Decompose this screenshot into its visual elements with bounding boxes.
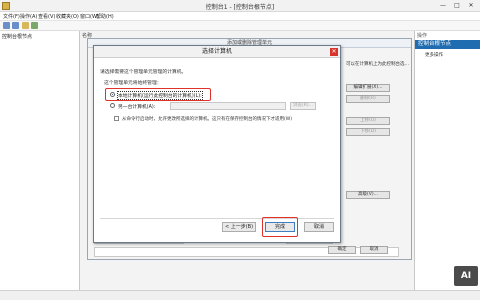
- browse-button[interactable]: 浏览(R)...: [290, 102, 316, 110]
- allow-change-label[interactable]: 从命令行启动时，允许更改所选择的计算机。这只有在保存控制台的情况下才适用(W): [122, 116, 292, 122]
- menubar: 文件(F) 操作(A) 查看(V) 收藏夹(O) 窗口(W) 帮助(H): [0, 12, 480, 21]
- watermark-logo: AI: [454, 266, 478, 286]
- close-window-button[interactable]: ✕: [464, 1, 478, 10]
- move-down-button[interactable]: 下移(D): [346, 128, 390, 136]
- more-actions-link[interactable]: 更多操作: [425, 52, 443, 58]
- actions-selected-item[interactable]: 控制台根节点: [415, 40, 480, 49]
- properties-icon[interactable]: [31, 22, 38, 29]
- menu-favorites[interactable]: 收藏夹(O): [56, 13, 79, 20]
- close-icon[interactable]: ✕: [330, 48, 338, 56]
- statusbar: [0, 290, 480, 300]
- snapin-ok-button[interactable]: 确定: [328, 246, 356, 254]
- other-computer-radio[interactable]: [110, 103, 115, 108]
- highlight-local-option: [105, 88, 211, 101]
- other-computer-label[interactable]: 另一台计算机(A):: [118, 103, 155, 110]
- toolbar: [0, 21, 480, 31]
- window-titlebar: 控制台1 - [控制台根节点] — □ ✕: [0, 0, 480, 12]
- tree-root-item[interactable]: 控制台根节点: [2, 33, 32, 40]
- select-computer-title: 选择计算机: [94, 46, 340, 58]
- back-button[interactable]: < 上一步(B): [222, 222, 256, 232]
- snapin-description: 可以在计算机上为此控制台选择可用的管理单元并配置所选的一组扩展。对于可扩展的管理…: [346, 62, 410, 67]
- computer-name-input[interactable]: [170, 102, 286, 110]
- back-arrow-icon[interactable]: [3, 22, 10, 29]
- tree-pane: 控制台根节点: [0, 31, 80, 290]
- forward-arrow-icon[interactable]: [12, 22, 19, 29]
- select-computer-dialog: 选择计算机 ✕ 请选择需要这个管理单元管理的计算机。 这个管理单元将始终管理： …: [93, 45, 341, 243]
- select-computer-intro: 请选择需要这个管理单元管理的计算机。: [100, 70, 187, 75]
- button-separator: [100, 218, 334, 219]
- menu-help[interactable]: 帮助(H): [96, 13, 114, 20]
- cancel-button[interactable]: 取消: [304, 222, 334, 232]
- menu-action[interactable]: 操作(A): [20, 13, 37, 20]
- actions-header: 操作: [417, 33, 428, 39]
- minimize-button[interactable]: —: [436, 1, 450, 10]
- actions-pane: 操作 控制台根节点 更多操作: [415, 31, 480, 290]
- menu-file[interactable]: 文件(F): [3, 13, 20, 20]
- snapin-cancel-button[interactable]: 取消: [360, 246, 388, 254]
- window-title: 控制台1 - [控制台根节点]: [205, 4, 275, 11]
- folder-icon[interactable]: [22, 22, 29, 29]
- manage-target-label: 这个管理单元将始终管理：: [104, 81, 162, 86]
- highlight-finish-button: [262, 217, 298, 237]
- remove-button[interactable]: 删除(R): [346, 95, 390, 103]
- advanced-button[interactable]: 高级(V)...: [346, 191, 390, 199]
- maximize-button[interactable]: □: [450, 1, 464, 10]
- move-up-button[interactable]: 上移(U): [346, 117, 390, 125]
- menu-view[interactable]: 查看(V): [38, 13, 55, 20]
- edit-extensions-button[interactable]: 编辑扩展(X)...: [346, 84, 390, 92]
- allow-change-checkbox[interactable]: [114, 116, 119, 121]
